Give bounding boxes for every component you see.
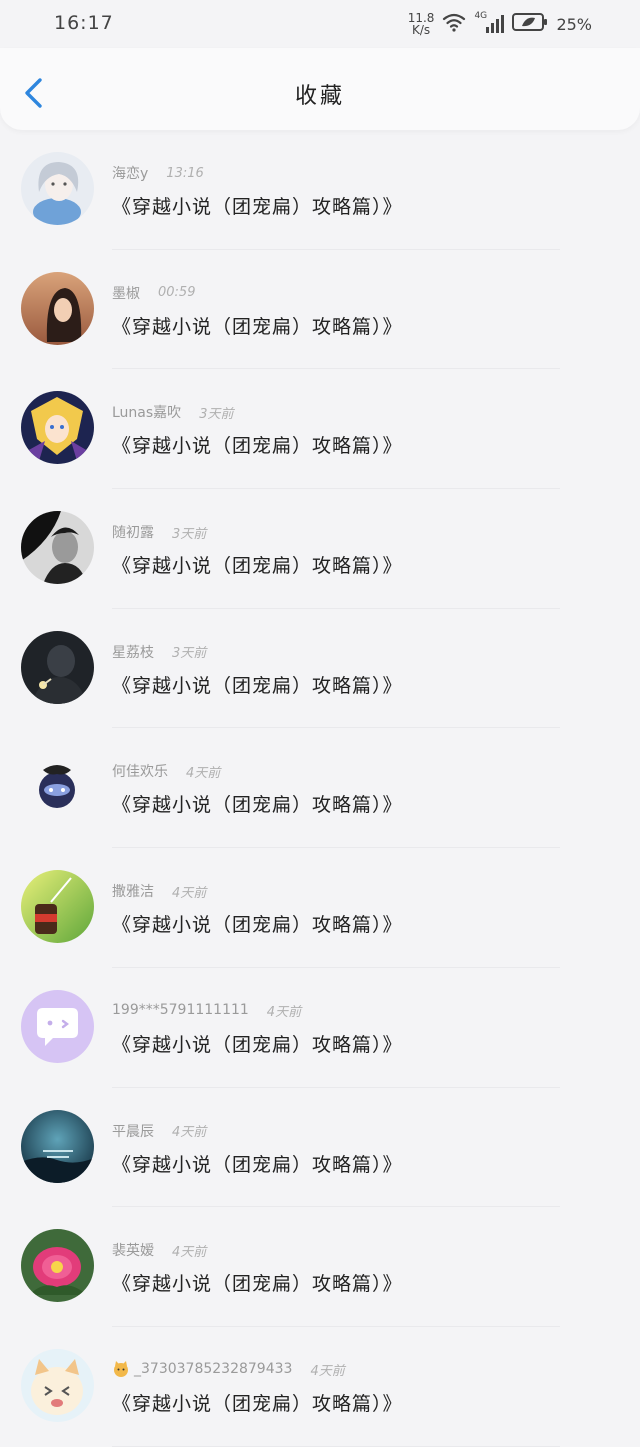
status-time: 16:17: [54, 12, 114, 34]
item-meta: 海恋y 13:16: [112, 163, 204, 183]
item-meta: _37303785232879433 4天前: [112, 1360, 345, 1379]
chat-bubble-icon: [21, 989, 94, 1063]
author-name[interactable]: _37303785232879433: [134, 1361, 292, 1377]
timestamp: 4天前: [172, 1125, 207, 1140]
list-item[interactable]: 平晨辰 4天前 《穿越小说（团宠扁）攻略篇）》: [0, 1088, 640, 1208]
favorites-list: 海恋y 13:16 《穿越小说（团宠扁）攻略篇）》 墨椒 00:59 《穿越小说…: [0, 130, 640, 1447]
cellular-signal-icon: 4G: [474, 11, 505, 35]
avatar[interactable]: [21, 1348, 94, 1422]
status-bar: 16:17 11.8 K/s 4G 25%: [0, 0, 640, 48]
avatar[interactable]: [21, 870, 94, 944]
author-name[interactable]: 墨椒: [112, 283, 140, 303]
author-name[interactable]: 撒雅洁: [112, 881, 154, 901]
timestamp: 13:16: [166, 165, 204, 181]
item-meta: 199***5791111111 4天前: [112, 1001, 301, 1020]
list-item[interactable]: 海恋y 13:16 《穿越小说（团宠扁）攻略篇）》: [0, 130, 640, 250]
author-name[interactable]: 随初露: [112, 522, 154, 542]
battery-icon: [512, 12, 548, 36]
post-title[interactable]: 《穿越小说（团宠扁）攻略篇）》: [112, 1389, 403, 1416]
avatar[interactable]: [21, 152, 94, 225]
avatar[interactable]: [21, 630, 94, 704]
list-item[interactable]: _37303785232879433 4天前 《穿越小说（团宠扁）攻略篇）》: [0, 1327, 640, 1447]
list-item[interactable]: 星荔枝 3天前 《穿越小说（团宠扁）攻略篇）》: [0, 609, 640, 729]
author-name[interactable]: 何佳欢乐: [112, 761, 168, 781]
timestamp: 4天前: [172, 885, 207, 901]
author-name[interactable]: Lunas嘉吹: [112, 402, 181, 422]
list-item[interactable]: 墨椒 00:59 《穿越小说（团宠扁）攻略篇）》: [0, 250, 640, 370]
status-indicators: 11.8 K/s 4G 25%: [408, 10, 592, 38]
avatar[interactable]: [21, 750, 94, 824]
post-title[interactable]: 《穿越小说（团宠扁）攻略篇）》: [112, 192, 403, 219]
list-item[interactable]: 随初露 3天前 《穿越小说（团宠扁）攻略篇）》: [0, 489, 640, 609]
post-title[interactable]: 《穿越小说（团宠扁）攻略篇）》: [112, 671, 403, 698]
post-title[interactable]: 《穿越小说（团宠扁）攻略篇）》: [112, 910, 403, 937]
timestamp: 3天前: [199, 406, 234, 422]
item-meta: 星荔枝 3天前: [112, 642, 206, 662]
author-name[interactable]: 裴英嫒: [112, 1240, 154, 1260]
item-meta: 裴英嫒 4天前: [112, 1240, 206, 1260]
wifi-icon: [442, 12, 466, 36]
post-title[interactable]: 《穿越小说（团宠扁）攻略篇）》: [112, 1030, 403, 1057]
post-title[interactable]: 《穿越小说（团宠扁）攻略篇）》: [112, 1150, 403, 1177]
post-title[interactable]: 《穿越小说（团宠扁）攻略篇）》: [112, 790, 403, 817]
avatar[interactable]: [21, 989, 94, 1063]
item-meta: Lunas嘉吹 3天前: [112, 402, 233, 422]
avatar[interactable]: [21, 1109, 94, 1183]
post-title[interactable]: 《穿越小说（团宠扁）攻略篇）》: [112, 431, 403, 458]
post-title[interactable]: 《穿越小说（团宠扁）攻略篇）》: [112, 551, 403, 578]
timestamp: 4天前: [172, 1244, 207, 1260]
list-item[interactable]: 199***5791111111 4天前 《穿越小说（团宠扁）攻略篇）》: [0, 968, 640, 1088]
network-speed: 11.8 K/s: [408, 12, 435, 36]
post-title[interactable]: 《穿越小说（团宠扁）攻略篇）》: [112, 1269, 403, 1296]
item-meta: 随初露 3天前: [112, 522, 206, 542]
author-name[interactable]: 星荔枝: [112, 642, 154, 662]
header: 收藏: [0, 48, 640, 130]
post-title[interactable]: 《穿越小说（团宠扁）攻略篇）》: [112, 312, 403, 339]
author-name[interactable]: 199***5791111111: [112, 1002, 249, 1018]
avatar[interactable]: [21, 391, 94, 465]
avatar[interactable]: [21, 271, 94, 345]
author-name[interactable]: 平晨辰: [112, 1121, 154, 1141]
list-item[interactable]: 何佳欢乐 4天前 《穿越小说（团宠扁）攻略篇）》: [0, 728, 640, 849]
avatar[interactable]: [21, 1229, 94, 1303]
timestamp: 4天前: [266, 1004, 302, 1020]
network-speed-unit: K/s: [411, 23, 431, 37]
cat-badge-icon: [112, 1360, 130, 1378]
author-name[interactable]: 海恋y: [112, 163, 148, 183]
timestamp: 4天前: [186, 765, 221, 781]
page-title: 收藏: [294, 84, 345, 109]
battery-percentage: 25%: [556, 14, 592, 34]
list-item[interactable]: 撒雅洁 4天前 《穿越小说（团宠扁）攻略篇）》: [0, 848, 640, 968]
list-item[interactable]: Lunas嘉吹 3天前 《穿越小说（团宠扁）攻略篇）》: [0, 369, 640, 490]
item-meta: 何佳欢乐 4天前: [112, 761, 220, 781]
item-meta: 撒雅洁 4天前: [112, 881, 206, 901]
list-item[interactable]: 裴英嫒 4天前 《穿越小说（团宠扁）攻略篇）》: [0, 1207, 640, 1327]
avatar[interactable]: [21, 511, 94, 585]
timestamp: 00:59: [158, 285, 196, 301]
timestamp: 3天前: [172, 526, 207, 542]
timestamp: 4天前: [310, 1363, 345, 1379]
timestamp: 3天前: [172, 646, 207, 662]
item-meta: 平晨辰 4天前: [112, 1121, 206, 1141]
item-meta: 墨椒 00:59: [112, 283, 195, 303]
divider: [112, 1445, 560, 1447]
